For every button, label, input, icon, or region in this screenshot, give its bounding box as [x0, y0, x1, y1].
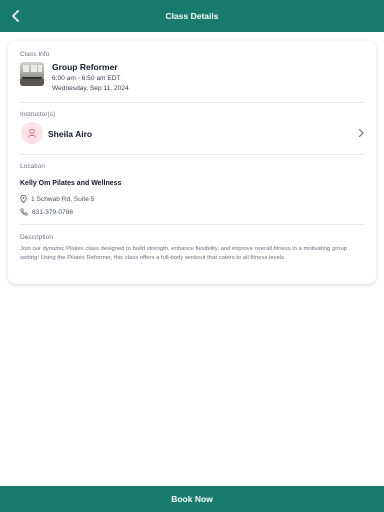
divider — [20, 154, 364, 155]
book-now-button[interactable]: Book Now — [0, 486, 384, 512]
description-text: Join our dynamic Pilates class designed … — [20, 246, 347, 261]
page-title: Class Details — [165, 11, 219, 21]
address-text: 1 Schwab Rd, Suite 5 — [31, 195, 95, 203]
divider — [20, 224, 364, 225]
class-info-label: Class Info — [20, 51, 50, 58]
class-details-card: Class Info Group Reformer 6:00 am - 6:50… — [8, 41, 376, 284]
phone-icon — [20, 208, 28, 216]
location-name: Kelly Om Pilates and Wellness — [20, 180, 122, 187]
instructor-row[interactable]: Sheila Airo — [8, 122, 376, 146]
phone-text: 631-379-0786 — [32, 208, 74, 216]
instructor-name: Sheila Airo — [48, 129, 93, 139]
divider — [20, 102, 364, 103]
chevron-left-icon — [12, 10, 19, 22]
back-button[interactable] — [6, 6, 26, 26]
person-icon — [28, 128, 36, 138]
location-label: Location — [20, 163, 45, 170]
instructor-label: Instructor(s) — [20, 111, 56, 118]
class-thumbnail — [20, 62, 44, 86]
description-label: Description — [20, 234, 53, 241]
location-phone[interactable]: 631-379-0786 — [20, 208, 73, 216]
class-time: 6:00 am - 6:50 am EDT — [52, 75, 121, 82]
class-date: Wednesday, Sep 11, 2024 — [52, 85, 129, 92]
map-pin-icon — [20, 195, 27, 203]
class-name: Group Reformer — [52, 62, 118, 72]
avatar — [21, 122, 43, 144]
top-bar: Class Details — [0, 0, 384, 32]
chevron-right-icon — [358, 128, 364, 138]
location-address[interactable]: 1 Schwab Rd, Suite 5 — [20, 195, 94, 203]
